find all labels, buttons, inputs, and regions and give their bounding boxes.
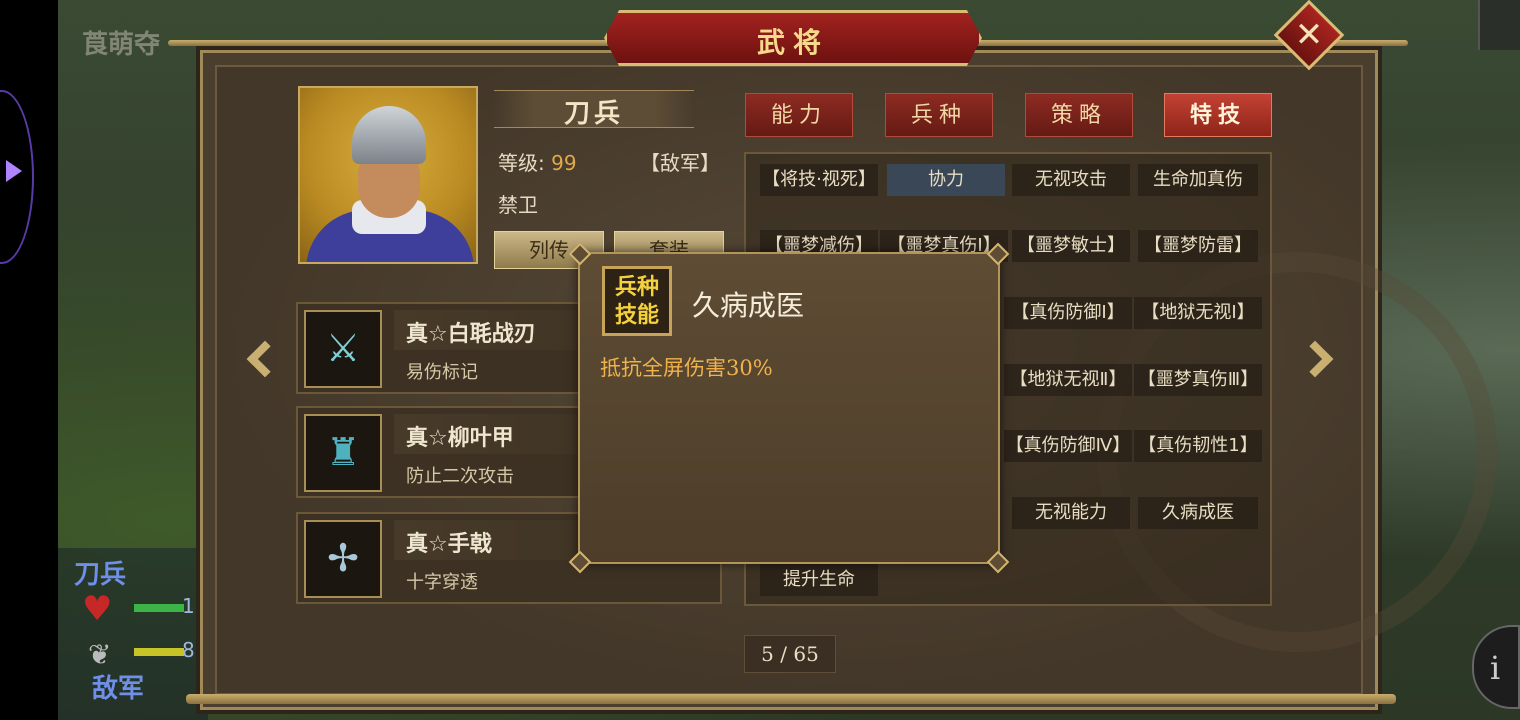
- level-value: 99: [551, 151, 577, 175]
- equipment-desc: 易伤标记: [406, 362, 478, 383]
- tab-troop-type[interactable]: 兵种: [885, 93, 993, 137]
- background-menu-button[interactable]: [1478, 0, 1520, 50]
- tab-special-skills[interactable]: 特技: [1164, 93, 1272, 137]
- hp-bar: [134, 604, 184, 612]
- info-icon: i: [1490, 649, 1501, 687]
- mp-bar: [134, 648, 184, 656]
- unit-side-label: 敌军: [92, 674, 145, 704]
- background-unit-card: 刀兵 ♥ 12 ❦ 87 敌军: [58, 548, 208, 720]
- blade-icon: ⚔: [304, 310, 382, 388]
- rank-label: 禁卫: [498, 193, 538, 217]
- skill-item[interactable]: 【地狱无视Ⅱ】: [1004, 364, 1132, 396]
- tab-strategy[interactable]: 策略: [1025, 93, 1133, 137]
- level-row: 等级: 99: [498, 147, 577, 176]
- tooltip-title: 久病成医: [692, 289, 805, 322]
- equipment-desc: 十字穿透: [406, 572, 478, 593]
- background-scene-title: 莨萌夺: [82, 30, 161, 60]
- skill-item[interactable]: 协力: [887, 164, 1005, 196]
- close-icon[interactable]: ✕: [1284, 10, 1334, 60]
- panel-bottom-ornament: [186, 694, 1396, 704]
- badge-line-2: 技能: [614, 302, 659, 328]
- skill-item[interactable]: 【噩梦防雷】: [1138, 230, 1258, 262]
- equipment-desc: 防止二次攻击: [406, 466, 514, 487]
- troop-skill-badge-icon: 兵种 技能: [602, 266, 672, 336]
- skill-item[interactable]: 【真伤韧性1】: [1134, 430, 1262, 462]
- prev-general-arrow-icon[interactable]: [240, 332, 284, 378]
- equipment-name: 真☆手戟: [406, 532, 492, 557]
- general-portrait: [298, 86, 478, 264]
- feather-icon: ❦: [88, 638, 112, 671]
- general-name-plate: 刀兵: [494, 90, 694, 129]
- tab-ability[interactable]: 能力: [745, 93, 853, 137]
- skill-item[interactable]: 【噩梦真伤Ⅲ】: [1134, 364, 1262, 396]
- halberd-icon: ✢: [304, 520, 382, 598]
- unit-name: 刀兵: [74, 560, 127, 590]
- skill-item[interactable]: 【真伤防御Ⅳ】: [1004, 430, 1132, 462]
- window-title: 武将: [756, 26, 829, 59]
- next-general-arrow-icon[interactable]: [1296, 332, 1334, 378]
- left-edge: [0, 0, 58, 720]
- faction-label: 【敌军】: [640, 151, 720, 175]
- skill-item[interactable]: 【噩梦敏士】: [1012, 230, 1130, 262]
- armor-icon: ♜: [304, 414, 382, 492]
- skill-tooltip: 兵种 技能 久病成医 抵抗全屏伤害30%: [568, 242, 1010, 574]
- title-plate: 武将: [604, 10, 982, 66]
- general-name: 刀兵: [563, 99, 624, 129]
- skill-item[interactable]: 【将技·视死】: [760, 164, 878, 196]
- tooltip-description: 抵抗全屏伤害30%: [600, 356, 773, 380]
- skill-item[interactable]: 生命加真伤: [1138, 164, 1258, 196]
- skill-item[interactable]: 提升生命: [760, 564, 878, 596]
- equipment-name: 真☆柳叶甲: [406, 426, 514, 451]
- skill-item[interactable]: 【真伤防御Ⅰ】: [1004, 297, 1132, 329]
- badge-line-1: 兵种: [614, 274, 659, 300]
- heart-icon: ♥: [82, 589, 113, 629]
- side-drawer-arrow-icon[interactable]: [6, 160, 22, 182]
- skill-item[interactable]: 无视攻击: [1012, 164, 1130, 196]
- skill-item[interactable]: 【地狱无视Ⅰ】: [1134, 297, 1262, 329]
- level-label: 等级:: [498, 151, 552, 175]
- skill-item[interactable]: 无视能力: [1012, 497, 1130, 529]
- page-indicator: 5 / 65: [744, 635, 836, 673]
- equipment-name: 真☆白毦战刃: [406, 322, 536, 347]
- skill-item[interactable]: 久病成医: [1138, 497, 1258, 529]
